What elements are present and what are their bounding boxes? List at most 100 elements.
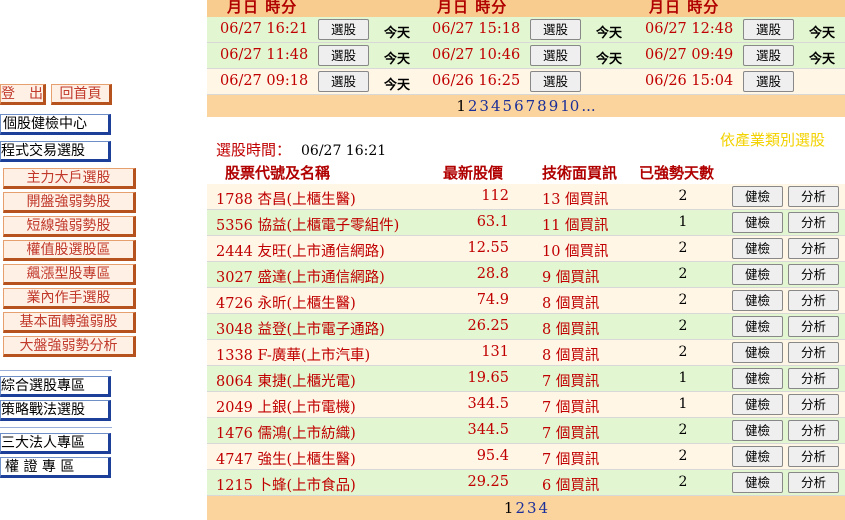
nav-item-strategy-selection[interactable]: 策略戰法選股 [0, 400, 111, 421]
buy-signal-count: 7 個買訊 [542, 400, 600, 416]
strong-days: 2 [678, 266, 688, 282]
history-page-link[interactable]: 8 [537, 97, 547, 115]
stock-row: 2049 上銀(上市電機) 344.5 7 個買訊 1 健檢 分析 [207, 392, 845, 418]
nav-item-institutional[interactable]: 三大法人專區 [0, 433, 111, 454]
buy-signal-count: 6 個買訊 [542, 478, 600, 494]
checkup-button[interactable]: 健檢 [732, 342, 783, 363]
history-select-button[interactable]: 選股 [743, 45, 794, 66]
list-page-link[interactable]: 3 [527, 499, 537, 517]
stock-price: 19.65 [467, 370, 509, 386]
history-page-link[interactable]: 5 [503, 97, 513, 115]
home-button[interactable]: 回首頁 [51, 84, 112, 105]
history-time: 06/27 11:48 [220, 47, 309, 63]
history-time: 06/27 09:49 [645, 47, 734, 63]
history-page-link[interactable]: 3 [479, 97, 489, 115]
strong-days: 2 [678, 344, 688, 360]
nav-item-insider-picks[interactable]: 業內作手選股 [3, 288, 136, 309]
stock-price: 26.25 [467, 318, 509, 334]
analysis-button[interactable]: 分析 [788, 420, 839, 441]
analysis-button[interactable]: 分析 [788, 368, 839, 389]
nav-item-warrants[interactable]: 權 證 專 區 [0, 457, 111, 478]
analysis-button[interactable]: 分析 [788, 342, 839, 363]
header-strong-days: 已強勢天數 [639, 164, 715, 182]
header-buy-signals: 技術面買訊 [542, 164, 618, 182]
checkup-button[interactable]: 健檢 [732, 420, 783, 441]
history-row: 06/27 09:18 選股 今天 06/26 16:25 選股 06/26 15:04 選… [207, 69, 845, 95]
history-select-button[interactable]: 選股 [530, 71, 581, 92]
checkup-button[interactable]: 健檢 [732, 368, 783, 389]
checkup-button[interactable]: 健檢 [732, 186, 783, 207]
history-page-link[interactable]: 4 [491, 97, 501, 115]
nav-item-program-trading[interactable]: 程式交易選股 [0, 141, 111, 162]
history-select-button[interactable]: 選股 [318, 71, 369, 92]
nav-item-fundamental-turn[interactable]: 基本面轉強弱股 [3, 312, 136, 333]
buy-signal-count: 11 個買訊 [542, 218, 609, 234]
stock-price: 28.8 [476, 266, 509, 282]
nav-item-major-holders[interactable]: 主力大戶選股 [3, 168, 136, 189]
today-label: 今天 [384, 78, 411, 93]
list-page-link[interactable]: 1 [504, 499, 514, 517]
history-page-link[interactable]: ... [581, 97, 595, 115]
checkup-button[interactable]: 健檢 [732, 238, 783, 259]
industry-selection-link[interactable]: 依產業類別選股 [720, 129, 825, 150]
analysis-button[interactable]: 分析 [788, 212, 839, 233]
stock-row: 3048 益登(上市電子通路) 26.25 8 個買訊 2 健檢 分析 [207, 314, 845, 340]
checkup-button[interactable]: 健檢 [732, 212, 783, 233]
history-page-link[interactable]: 9 [549, 97, 559, 115]
analysis-button[interactable]: 分析 [788, 472, 839, 493]
history-select-button[interactable]: 選股 [318, 45, 369, 66]
history-select-button[interactable]: 選股 [743, 19, 794, 40]
checkup-button[interactable]: 健檢 [732, 472, 783, 493]
history-header: 月日 時分 月日 時分 月日 時分 [207, 0, 845, 17]
history-select-button[interactable]: 選股 [743, 71, 794, 92]
stock-row: 3027 盛達(上市通信網路) 28.8 9 個買訊 2 健檢 分析 [207, 262, 845, 288]
nav-item-surge-stocks[interactable]: 飆漲型股專區 [3, 264, 136, 285]
history-page-link[interactable]: 10 [560, 97, 579, 115]
stock-price: 74.9 [476, 292, 509, 308]
nav-item-stock-checkup[interactable]: 個股健檢中心 [0, 114, 111, 135]
analysis-button[interactable]: 分析 [788, 238, 839, 259]
nav-item-composite-selection[interactable]: 綜合選股專區 [0, 376, 111, 397]
nav-item-weighted-stocks[interactable]: 權值股選股區 [3, 240, 136, 261]
analysis-button[interactable]: 分析 [788, 316, 839, 337]
analysis-button[interactable]: 分析 [788, 290, 839, 311]
history-page-link[interactable]: 7 [526, 97, 536, 115]
strong-days: 2 [678, 318, 688, 334]
nav-item-market-analysis[interactable]: 大盤強弱勢分析 [3, 336, 136, 357]
list-page-link[interactable]: 2 [515, 499, 525, 517]
history-select-button[interactable]: 選股 [530, 45, 581, 66]
stock-row: 1476 儒鴻(上市紡織) 344.5 7 個買訊 2 健檢 分析 [207, 418, 845, 444]
buy-signal-count: 8 個買訊 [542, 296, 600, 312]
analysis-button[interactable]: 分析 [788, 186, 839, 207]
checkup-button[interactable]: 健檢 [732, 290, 783, 311]
history-time: 06/27 16:21 [220, 21, 309, 37]
analysis-button[interactable]: 分析 [788, 394, 839, 415]
nav-item-opening-strength[interactable]: 開盤強弱勢股 [3, 192, 136, 213]
history-page-link[interactable]: 1 [456, 97, 466, 115]
stock-row: 1215 卜蜂(上市食品) 29.25 6 個買訊 2 健檢 分析 [207, 470, 845, 496]
analysis-button[interactable]: 分析 [788, 264, 839, 285]
history-time: 06/26 16:25 [432, 73, 521, 89]
buy-signal-count: 8 個買訊 [542, 322, 600, 338]
checkup-button[interactable]: 健檢 [732, 316, 783, 337]
stock-name: 4747 強生(上櫃生醫) [216, 452, 356, 468]
list-page-link[interactable]: 4 [539, 499, 549, 517]
stock-row: 4726 永昕(上櫃生醫) 74.9 8 個買訊 2 健檢 分析 [207, 288, 845, 314]
history-select-button[interactable]: 選股 [318, 19, 369, 40]
analysis-button[interactable]: 分析 [788, 446, 839, 467]
history-time: 06/26 15:04 [645, 73, 734, 89]
checkup-button[interactable]: 健檢 [732, 446, 783, 467]
checkup-button[interactable]: 健檢 [732, 394, 783, 415]
stock-row: 4747 強生(上櫃生醫) 95.4 7 個買訊 2 健檢 分析 [207, 444, 845, 470]
logout-button[interactable]: 登 出 [0, 84, 46, 105]
checkup-button[interactable]: 健檢 [732, 264, 783, 285]
history-select-button[interactable]: 選股 [530, 19, 581, 40]
stock-price: 63.1 [476, 214, 509, 230]
history-page-link[interactable]: 2 [468, 97, 478, 115]
buy-signal-count: 7 個買訊 [542, 452, 600, 468]
stock-price: 344.5 [467, 396, 509, 412]
nav-item-short-term-strength[interactable]: 短線強弱勢股 [3, 216, 136, 237]
stock-name: 3048 益登(上市電子通路) [216, 322, 385, 338]
strong-days: 1 [678, 396, 688, 412]
history-page-link[interactable]: 6 [514, 97, 524, 115]
